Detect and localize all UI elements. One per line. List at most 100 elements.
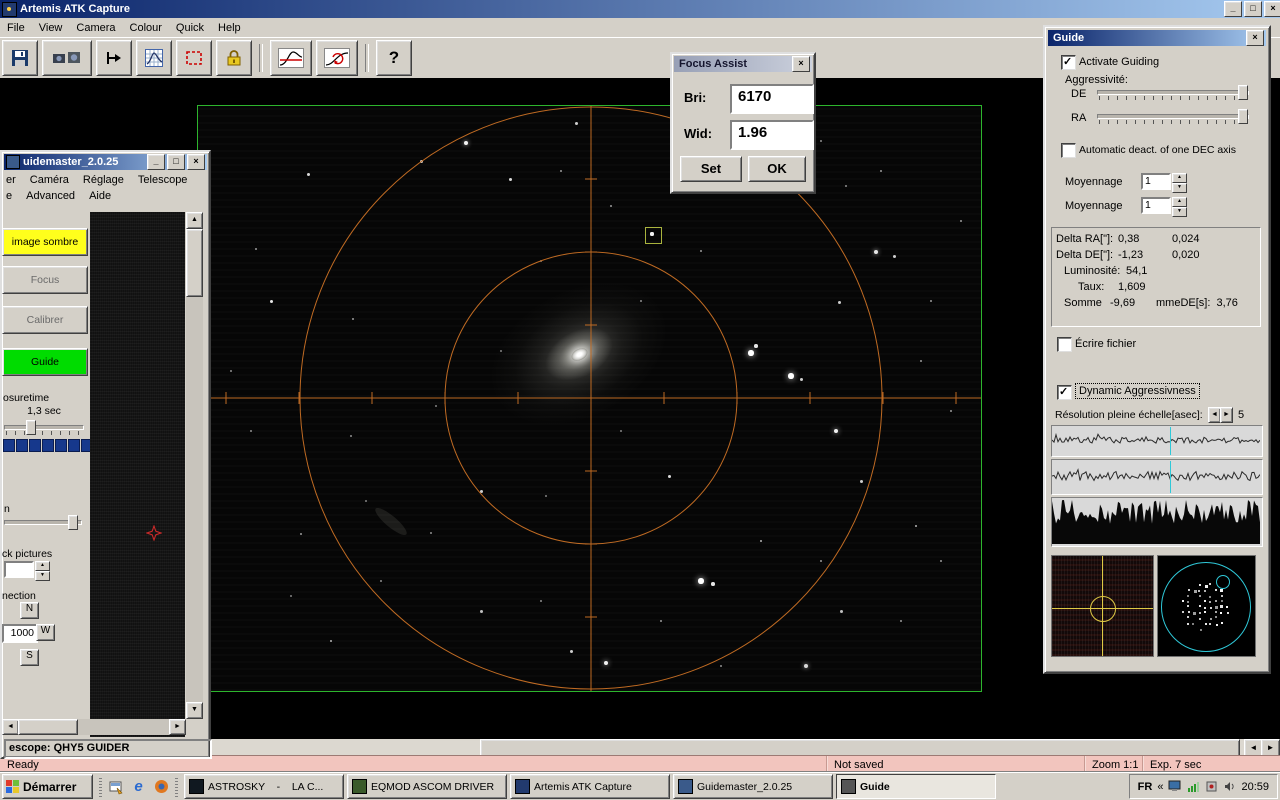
gm-menu-camera[interactable]: Caméra xyxy=(30,174,69,186)
guider-camera-strip[interactable] xyxy=(90,212,185,737)
wid-value[interactable]: 1.96 xyxy=(730,120,814,150)
save-button[interactable] xyxy=(2,39,38,76)
gm-menu-advanced[interactable]: Advanced xyxy=(26,190,75,202)
bri-value[interactable]: 6170 xyxy=(730,84,814,114)
quick-launch-handle[interactable] xyxy=(175,776,178,797)
internet-explorer-icon[interactable]: e xyxy=(129,777,148,796)
ra-aggressivity-slider[interactable] xyxy=(1097,108,1249,124)
scroll-up-button[interactable]: ▲ xyxy=(186,212,203,229)
spin-up-icon[interactable]: ▲ xyxy=(1172,197,1187,207)
ra-error-graph xyxy=(1051,425,1263,457)
menu-camera[interactable]: Camera xyxy=(69,20,122,36)
browser-icon[interactable] xyxy=(152,777,171,796)
stack-value[interactable] xyxy=(4,561,34,578)
gm-calibrate-button[interactable]: Calibrer xyxy=(2,306,88,334)
guider-vertical-scrollbar[interactable]: ▲ ▼ xyxy=(186,212,203,719)
guider-horizontal-scrollbar[interactable]: ◄ ► xyxy=(2,719,186,735)
camera-connect-button[interactable] xyxy=(42,39,92,76)
tray-clock[interactable]: 20:59 xyxy=(1241,781,1269,793)
menu-help[interactable]: Help xyxy=(211,20,248,36)
menu-view[interactable]: View xyxy=(32,20,70,36)
guidemaster-maximize-button[interactable]: □ xyxy=(167,154,185,170)
gm-menu-aide[interactable]: Aide xyxy=(89,190,111,202)
slider-thumb[interactable] xyxy=(68,515,78,530)
north-button[interactable]: N xyxy=(20,602,39,619)
taskbar-task-guide[interactable]: Guide xyxy=(836,774,996,799)
spin-down-icon[interactable]: ▼ xyxy=(1172,183,1187,193)
histogram-button[interactable] xyxy=(136,39,172,76)
small-slider[interactable] xyxy=(4,514,82,530)
taskbar-task-eqmod[interactable]: EQMOD ASCOM DRIVER xyxy=(347,774,507,799)
spin-down-icon[interactable]: ▼ xyxy=(35,571,50,581)
spin-up-icon[interactable]: ▲ xyxy=(35,561,50,571)
scrollbar-thumb[interactable] xyxy=(18,719,78,735)
subframe-button[interactable] xyxy=(176,39,212,76)
focus-assist-close-button[interactable]: × xyxy=(792,56,810,72)
scroll-right-button[interactable]: ► xyxy=(169,719,186,735)
dark-frame-button[interactable]: image sombre xyxy=(2,228,88,256)
gm-menu-clipped[interactable]: er xyxy=(6,174,16,186)
menu-colour[interactable]: Colour xyxy=(123,20,169,36)
guidemaster-minimize-button[interactable]: _ xyxy=(147,154,165,170)
captured-image[interactable] xyxy=(197,105,982,692)
guidemaster-close-button[interactable]: × xyxy=(187,154,205,170)
tray-chevron-icon[interactable]: « xyxy=(1157,781,1163,793)
taskbar-task-astrosky[interactable]: ASTROSKY - LA C... xyxy=(184,774,344,799)
moyennage-spinner-1[interactable]: 1 ▲ ▼ xyxy=(1141,173,1187,193)
scroll-left-button[interactable]: ◄ xyxy=(2,719,19,735)
minimize-button[interactable]: _ xyxy=(1224,1,1242,17)
transfer-curve-button[interactable] xyxy=(270,39,312,76)
set-button[interactable]: Set xyxy=(680,156,742,182)
slider-thumb[interactable] xyxy=(26,420,36,435)
spin-down-icon[interactable]: ▼ xyxy=(1172,207,1187,217)
spin-up-icon[interactable]: ▲ xyxy=(1172,173,1187,183)
gm-menu-reglage[interactable]: Réglage xyxy=(83,174,124,186)
exposure-slider[interactable] xyxy=(4,419,84,435)
de-error-graph xyxy=(1051,459,1263,495)
guide-close-button[interactable]: × xyxy=(1246,30,1264,46)
taskbar-task-guidemaster[interactable]: Guidemaster_2.0.25 xyxy=(673,774,833,799)
gm-menu-clipped2[interactable]: e xyxy=(6,190,12,202)
start-button[interactable]: Démarrer xyxy=(2,774,93,799)
write-file-checkbox[interactable]: ✓ xyxy=(1057,337,1072,352)
west-button[interactable]: W xyxy=(36,624,55,641)
menu-file[interactable]: File xyxy=(0,20,32,36)
graph-cursor xyxy=(1169,461,1171,493)
language-indicator[interactable]: FR xyxy=(1138,781,1153,793)
help-button[interactable]: ? xyxy=(376,39,412,76)
gm-guide-button[interactable]: Guide xyxy=(2,348,88,376)
menu-quick[interactable]: Quick xyxy=(169,20,211,36)
slider-thumb[interactable] xyxy=(1238,109,1248,124)
moyennage-spinner-2[interactable]: 1 ▲ ▼ xyxy=(1141,197,1187,217)
stat-value: 0,024 xyxy=(1172,233,1200,245)
activate-guiding-checkbox[interactable]: ✓ xyxy=(1061,55,1076,70)
slider-thumb[interactable] xyxy=(1238,85,1248,100)
show-desktop-icon[interactable] xyxy=(106,777,125,796)
quick-launch-handle[interactable] xyxy=(99,776,102,797)
lock-button[interactable] xyxy=(216,39,252,76)
resolution-increase-button[interactable]: ► xyxy=(1220,407,1233,423)
transfer-curve-reset-button[interactable] xyxy=(316,39,358,76)
moyennage-value-1[interactable]: 1 xyxy=(1141,173,1171,190)
south-button[interactable]: S xyxy=(20,649,39,666)
stack-spinner[interactable]: ▲ ▼ xyxy=(4,561,50,581)
moyennage-value-2[interactable]: 1 xyxy=(1141,197,1171,214)
pixel-dot xyxy=(1215,600,1218,602)
de-aggressivity-slider[interactable] xyxy=(1097,84,1249,100)
tray-volume-icon[interactable] xyxy=(1223,780,1236,793)
gm-menu-telescope[interactable]: Telescope xyxy=(138,174,188,186)
gm-focus-button[interactable]: Focus xyxy=(2,266,88,294)
scroll-down-button[interactable]: ▼ xyxy=(186,702,203,719)
tray-display-icon[interactable] xyxy=(1168,780,1182,793)
ok-button[interactable]: OK xyxy=(748,156,806,182)
dynamic-aggressivness-checkbox[interactable]: ✓ xyxy=(1057,385,1072,400)
tray-signal-icon[interactable] xyxy=(1187,780,1200,793)
auto-deact-checkbox[interactable]: ✓ xyxy=(1061,143,1076,158)
marker-button[interactable] xyxy=(96,39,132,76)
maximize-button[interactable]: □ xyxy=(1244,1,1262,17)
scrollbar-thumb[interactable] xyxy=(186,229,203,297)
tray-device-icon[interactable] xyxy=(1205,780,1218,793)
taskbar-task-artemis[interactable]: Artemis ATK Capture xyxy=(510,774,670,799)
pulse-duration-field[interactable]: 1000 xyxy=(2,624,38,643)
close-button[interactable]: × xyxy=(1264,1,1280,17)
